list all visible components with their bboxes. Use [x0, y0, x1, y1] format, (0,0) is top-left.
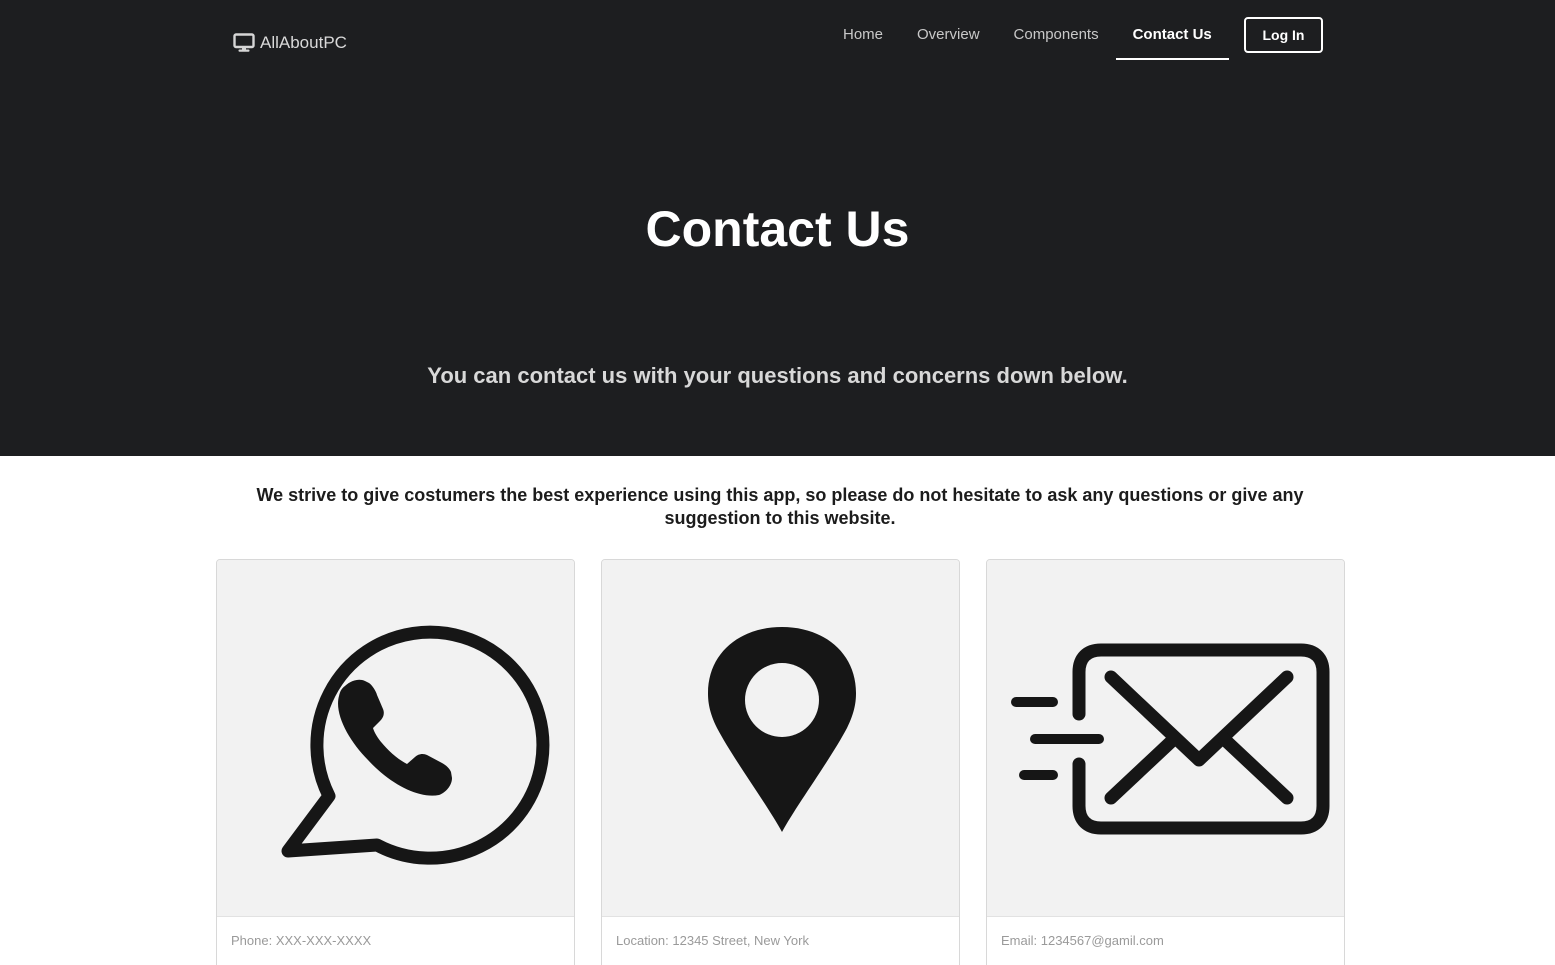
location-caption: Location: 12345 Street, New York — [616, 933, 809, 948]
main-nav: Home Overview Components Contact Us — [826, 0, 1229, 62]
card-image — [602, 560, 959, 917]
login-button[interactable]: Log In — [1244, 17, 1323, 53]
email-envelope-icon — [1011, 643, 1330, 835]
card-image — [987, 560, 1344, 917]
email-caption: Email: 1234567@gamil.com — [1001, 933, 1164, 948]
hero-section: AllAboutPC Home Overview Components Cont… — [0, 0, 1555, 456]
hero-subtitle: You can contact us with your questions a… — [427, 363, 1128, 388]
brand-name: AllAboutPC — [260, 33, 347, 52]
page-title: Contact Us — [645, 201, 910, 257]
whatsapp-phone-icon — [281, 625, 550, 865]
location-pin-icon — [708, 627, 856, 832]
contact-card-phone: Phone: XXX-XXX-XXXX — [216, 559, 575, 965]
contact-card-location: Location: 12345 Street, New York — [601, 559, 960, 965]
card-image — [217, 560, 574, 917]
brand-link[interactable]: AllAboutPC — [233, 32, 347, 54]
monitor-icon — [233, 33, 255, 53]
contact-card-email: Email: 1234567@gamil.com — [986, 559, 1345, 965]
nav-item-overview[interactable]: Overview — [900, 0, 997, 60]
intro-text: We strive to give costumers the best exp… — [256, 485, 1304, 528]
nav-item-contact-us[interactable]: Contact Us — [1115, 0, 1229, 60]
phone-caption: Phone: XXX-XXX-XXXX — [231, 933, 372, 948]
nav-item-components[interactable]: Components — [997, 0, 1116, 60]
nav-item-home[interactable]: Home — [826, 0, 900, 60]
